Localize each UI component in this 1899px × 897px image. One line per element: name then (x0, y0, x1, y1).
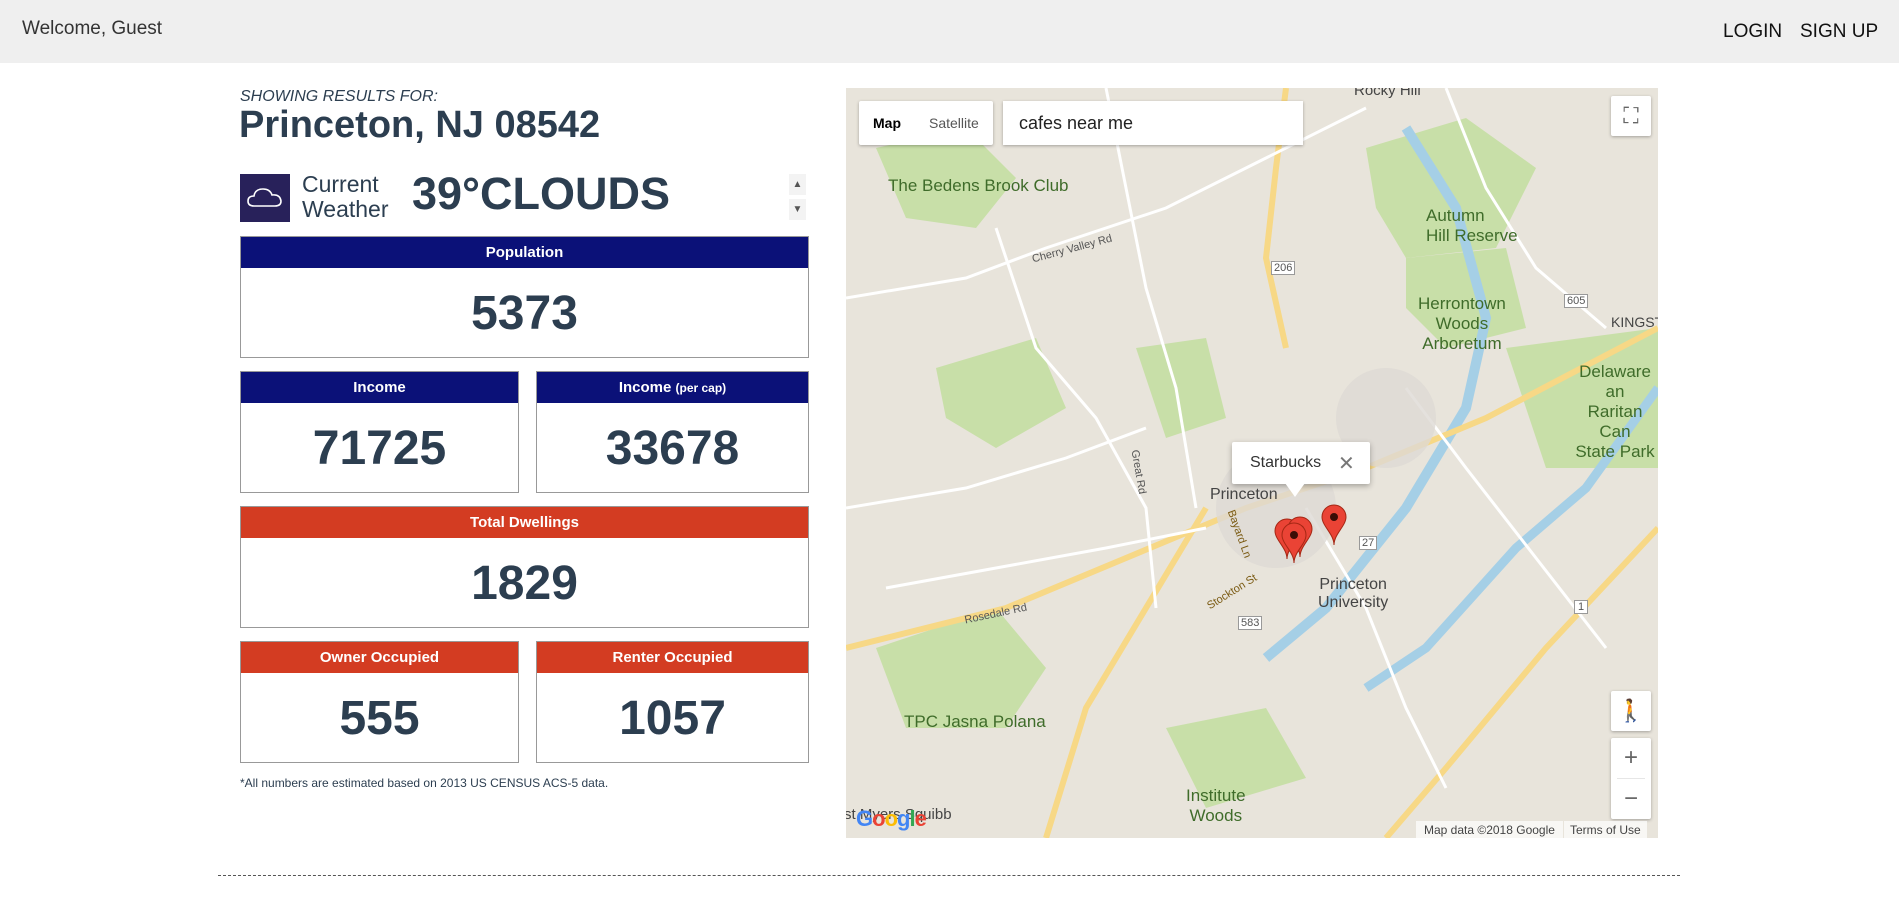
population-value: 5373 (471, 287, 578, 340)
population-card: Population 5373 (240, 236, 809, 358)
zoom-control: + − (1611, 738, 1651, 819)
renter-occupied-value: 1057 (619, 692, 726, 745)
map-marker-icon[interactable] (1321, 504, 1347, 546)
google-logo: Google (856, 806, 927, 831)
info-window-pointer (1285, 483, 1305, 497)
info-window-title: Starbucks (1250, 454, 1322, 471)
map-shield-605: 605 (1564, 294, 1589, 308)
map-label-herrontown: Herrontown Woods Arboretum (1418, 294, 1506, 353)
close-icon[interactable]: ✕ (1338, 451, 1355, 476)
map-label-autumn-hill: Autumn Hill Reserve (1426, 206, 1518, 245)
income-per-cap-card: Income (per cap) 33678 (536, 371, 809, 493)
owner-occupied-value: 555 (339, 692, 420, 745)
map-shield-1: 1 (1574, 600, 1589, 614)
scroll-down-button[interactable]: ▼ (789, 199, 806, 220)
scroll-up-button[interactable]: ▲ (789, 174, 806, 195)
owner-occupied-label: Owner Occupied (241, 642, 518, 673)
cloud-icon (240, 174, 290, 222)
map-type-map-button[interactable]: Map (859, 101, 915, 145)
zoom-out-button[interactable]: − (1611, 779, 1651, 819)
map-search-input[interactable] (1003, 101, 1303, 145)
pegman-icon[interactable]: 🚶 (1611, 691, 1651, 731)
renter-occupied-label: Renter Occupied (537, 642, 808, 673)
map-label-tpc-jasna-polana: TPC Jasna Polana (904, 712, 1046, 731)
current-weather-label: Current Weather (302, 171, 389, 222)
owner-occupied-card: Owner Occupied 555 (240, 641, 519, 763)
map-label-delaware-raritan: Delaware an Raritan Can State Park (1575, 362, 1655, 461)
map-type-control: Map Satellite (859, 101, 993, 145)
starbucks-info-window: Starbucks ✕ (1232, 442, 1370, 484)
census-footnote: *All numbers are estimated based on 2013… (240, 776, 609, 790)
map-shield-583: 583 (1238, 616, 1263, 630)
income-value: 71725 (312, 422, 447, 475)
total-dwellings-value: 1829 (471, 557, 578, 610)
map-widget[interactable]: The Bedens Brook Club Autumn Hill Reserv… (846, 88, 1658, 838)
map-label-princeton-university: Princeton University (1318, 576, 1389, 611)
map-label-kingston: KINGSTO (1611, 314, 1658, 330)
map-attribution: Map data ©2018 Google (1416, 821, 1563, 838)
zoom-in-button[interactable]: + (1611, 738, 1651, 778)
total-dwellings-label: Total Dwellings (241, 507, 808, 538)
weather-value: 39°CLOUDS (412, 168, 671, 219)
total-dwellings-card: Total Dwellings 1829 (240, 506, 809, 628)
renter-occupied-card: Renter Occupied 1057 (536, 641, 809, 763)
login-link[interactable]: LOGIN (1723, 21, 1782, 43)
welcome-text: Welcome, Guest (22, 18, 163, 39)
income-per-cap-value: 33678 (605, 422, 740, 475)
terms-of-use-link[interactable]: Terms of Use (1564, 821, 1647, 838)
map-type-satellite-button[interactable]: Satellite (915, 101, 993, 145)
map-label-rocky-hill: Rocky Hill (1354, 88, 1421, 99)
top-bar: Welcome, Guest LOGIN SIGN UP (0, 0, 1899, 63)
income-card: Income 71725 (240, 371, 519, 493)
population-label: Population (241, 237, 808, 268)
fullscreen-icon[interactable]: ⛶ (1611, 96, 1651, 136)
income-label: Income (241, 372, 518, 403)
map-label-institute-woods: Institute Woods (1186, 786, 1246, 825)
map-label-bedens: The Bedens Brook Club (888, 176, 1069, 195)
footer-divider (218, 875, 1680, 876)
map-label-princeton: Princeton (1210, 486, 1278, 503)
map-marker-icon[interactable] (1281, 522, 1307, 564)
income-per-cap-label: Income (per cap) (537, 372, 808, 403)
place-title: Princeton, NJ 08542 (239, 104, 601, 146)
map-shield-206: 206 (1271, 261, 1296, 275)
signup-link[interactable]: SIGN UP (1800, 21, 1878, 43)
map-shield-27: 27 (1359, 536, 1378, 550)
